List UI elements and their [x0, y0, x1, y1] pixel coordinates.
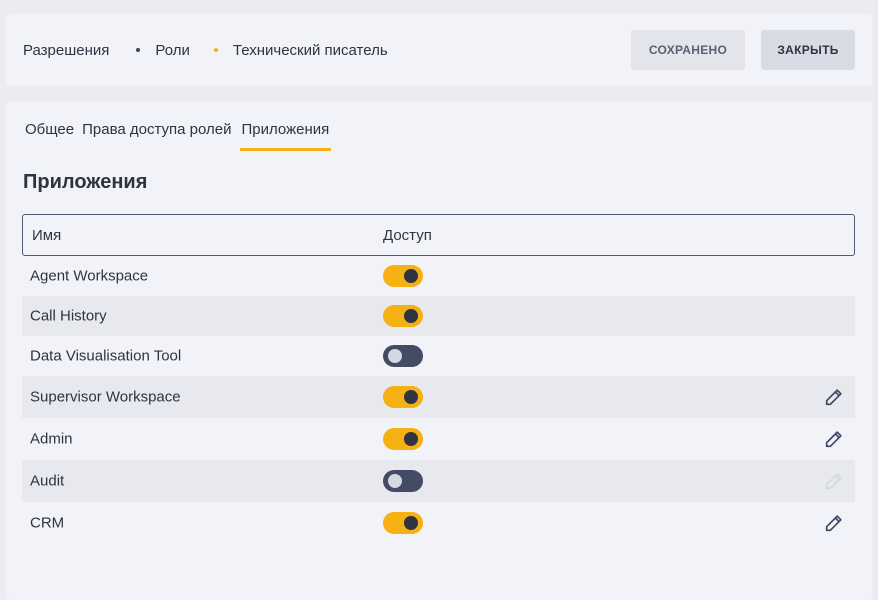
access-toggle[interactable]	[383, 470, 423, 492]
applications-table: Имя Доступ Agent Workspace Call History Da…	[22, 214, 855, 544]
breadcrumb-permissions[interactable]: Разрешения	[23, 42, 109, 59]
close-button[interactable]: ЗАКРЫТЬ	[761, 30, 855, 70]
tab-bar: Общее Права доступа ролей Приложения	[23, 119, 335, 151]
saved-button[interactable]: СОХРАНЕНО	[631, 30, 745, 70]
toggle-knob	[404, 309, 418, 323]
table-row: Supervisor Workspace	[22, 376, 855, 418]
table-body: Agent Workspace Call History Data Visualis…	[22, 256, 855, 544]
breadcrumb-separator	[136, 48, 141, 52]
app-name: Admin	[30, 430, 73, 448]
column-header-name: Имя	[32, 226, 62, 244]
toggle-knob	[388, 349, 402, 363]
toggle-knob	[404, 269, 418, 283]
section-title: Приложения	[23, 171, 148, 193]
table-row: Call History	[22, 296, 855, 336]
breadcrumb: Разрешения Роли Технический писатель	[23, 14, 388, 86]
table-row: CRM	[22, 502, 855, 544]
access-toggle[interactable]	[383, 428, 423, 450]
access-toggle[interactable]	[383, 345, 423, 367]
app-name: Audit	[30, 472, 65, 490]
access-toggle[interactable]	[383, 265, 423, 287]
access-toggle[interactable]	[383, 512, 423, 534]
breadcrumb-separator-current	[213, 48, 218, 52]
edit-pencil-icon[interactable]	[823, 428, 845, 450]
edit-pencil-icon[interactable]	[823, 386, 845, 408]
app-name: Data Visualisation Tool	[30, 347, 182, 365]
header-bar: Разрешения Роли Технический писатель СОХ…	[6, 14, 872, 86]
main-panel: Общее Права доступа ролей Приложения При…	[6, 101, 872, 600]
toggle-knob	[404, 390, 418, 404]
access-toggle[interactable]	[383, 305, 423, 327]
app-name: Agent Workspace	[30, 267, 149, 285]
access-toggle[interactable]	[383, 386, 423, 408]
table-row: Agent Workspace	[22, 256, 855, 296]
app-name: Call History	[30, 307, 107, 325]
tab-role-access[interactable]: Права доступа ролей	[80, 119, 233, 151]
table-header: Имя Доступ	[22, 214, 855, 256]
toggle-knob	[404, 516, 418, 530]
table-row: Data Visualisation Tool	[22, 336, 855, 376]
toggle-knob	[404, 432, 418, 446]
edit-pencil-icon	[823, 470, 845, 492]
app-name: Supervisor Workspace	[30, 388, 181, 406]
table-row: Admin	[22, 418, 855, 460]
column-header-access: Доступ	[383, 226, 432, 244]
tab-general[interactable]: Общее	[23, 119, 76, 151]
toggle-knob	[388, 474, 402, 488]
breadcrumb-current-role: Технический писатель	[232, 41, 388, 59]
edit-pencil-icon[interactable]	[823, 512, 845, 534]
tab-applications[interactable]: Приложения	[239, 119, 332, 151]
app-name: CRM	[30, 514, 65, 532]
breadcrumb-roles[interactable]: Роли	[155, 42, 190, 59]
table-row: Audit	[22, 460, 855, 502]
